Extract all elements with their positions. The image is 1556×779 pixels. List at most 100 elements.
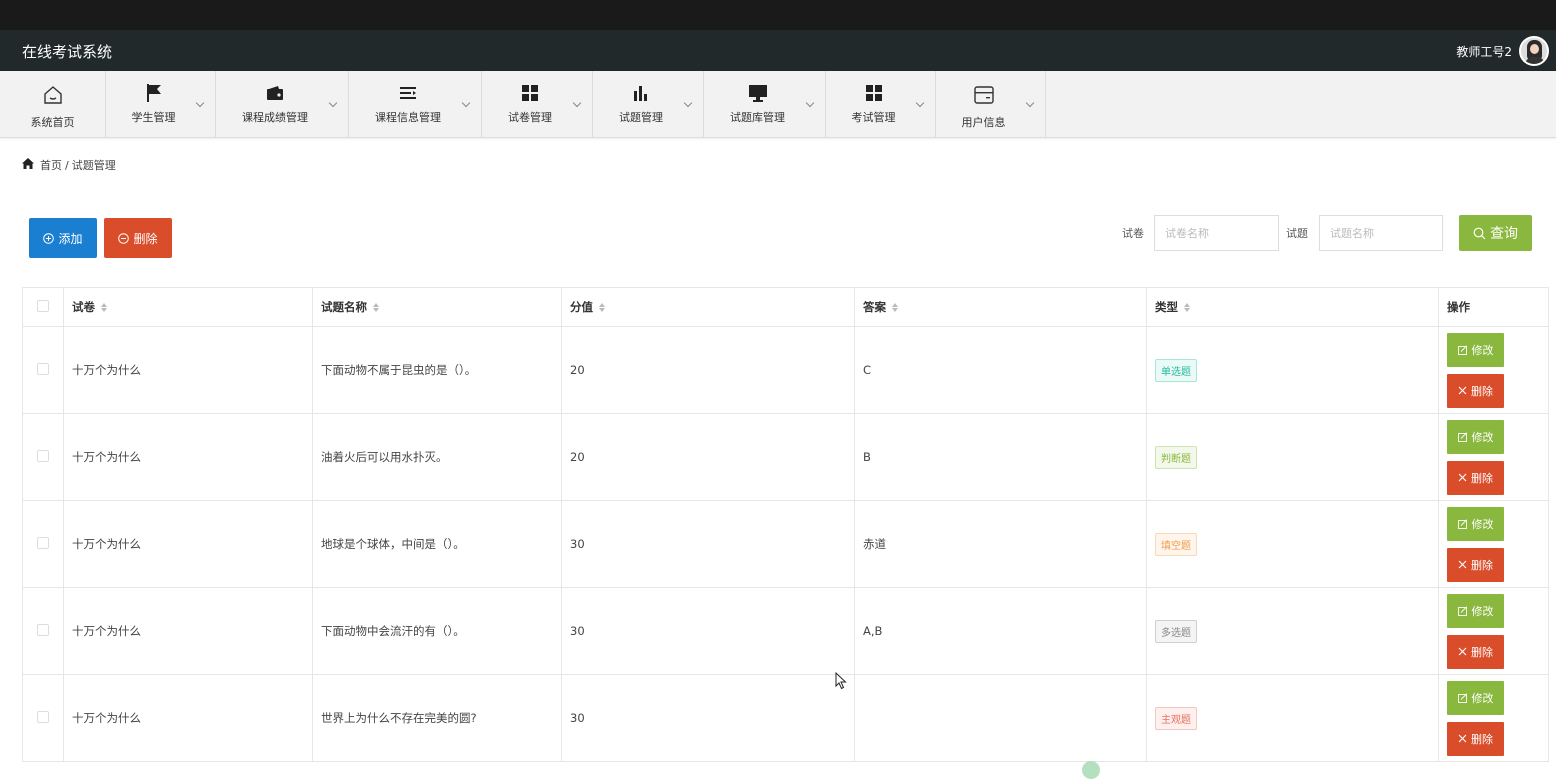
delete-button-label: 删除	[1471, 558, 1493, 572]
avatar[interactable]	[1519, 36, 1549, 66]
nav-item-papers[interactable]: 试卷管理	[482, 71, 593, 137]
close-icon	[1458, 386, 1467, 395]
cell-actions: 修改 删除	[1438, 587, 1549, 675]
breadcrumb: 首页 / 试题管理	[22, 157, 116, 173]
minus-circle-icon	[118, 232, 130, 244]
nav-item-label: 课程成绩管理	[242, 111, 308, 124]
row-checkbox[interactable]	[37, 710, 49, 723]
column-header-score[interactable]: 分值	[561, 287, 855, 327]
user-name[interactable]: 教师工号2	[1456, 43, 1512, 60]
cell-paper: 十万个为什么	[63, 413, 313, 501]
breadcrumb-home[interactable]: 首页	[40, 157, 62, 173]
select-all-checkbox[interactable]	[37, 299, 49, 312]
type-badge: 单选题	[1155, 358, 1197, 382]
cell-score: 20	[561, 413, 855, 501]
nav-item-label: 试卷管理	[508, 111, 552, 124]
row-delete-button[interactable]: 删除	[1447, 721, 1504, 756]
nav-item-students[interactable]: 学生管理	[106, 71, 216, 137]
row-delete-button[interactable]: 删除	[1447, 373, 1504, 408]
nav-item-label: 用户信息	[961, 116, 1006, 129]
nav-item-exams[interactable]: 考试管理	[826, 71, 936, 137]
cell-answer: 赤道	[854, 500, 1147, 588]
nav-item-label: 试题库管理	[730, 111, 785, 124]
nav-item-question-bank[interactable]: 试题库管理	[704, 71, 826, 137]
edit-icon	[1457, 518, 1467, 529]
cell-paper: 十万个为什么	[63, 500, 313, 588]
column-header-question[interactable]: 试题名称	[312, 287, 562, 327]
search-button[interactable]: 查询	[1459, 215, 1532, 251]
search-button-label: 查询	[1490, 226, 1518, 242]
cell-answer: C	[854, 326, 1147, 414]
cell-question: 油着火后可以用水扑灭。	[312, 413, 562, 501]
edit-icon	[1457, 605, 1467, 616]
cell-answer: A,B	[854, 587, 1147, 675]
edit-button-label: 修改	[1471, 517, 1494, 531]
nav-item-questions[interactable]: 试题管理	[593, 71, 704, 137]
table-header-row: 试卷 试题名称 分值 答案 类型 操作	[22, 287, 1549, 327]
edit-button[interactable]: 修改	[1447, 506, 1504, 541]
breadcrumb-current: 试题管理	[71, 159, 116, 172]
cell-type: 主观题	[1146, 674, 1439, 762]
delete-button-label: 删除	[1471, 645, 1493, 659]
nav-item-label: 课程信息管理	[375, 111, 441, 124]
question-filter-label: 试题	[1286, 227, 1308, 240]
paper-name-input[interactable]	[1154, 215, 1279, 251]
edit-button[interactable]: 修改	[1447, 680, 1504, 715]
cell-question: 下面动物不属于昆虫的是（）。	[312, 326, 562, 414]
row-checkbox[interactable]	[37, 536, 49, 549]
cell-type: 判断题	[1146, 413, 1439, 501]
edit-icon	[1457, 344, 1467, 355]
edit-button-label: 修改	[1471, 343, 1494, 357]
nav-item-course-scores[interactable]: 课程成绩管理	[216, 71, 349, 137]
edit-button[interactable]: 修改	[1447, 593, 1504, 628]
main-nav: 系统首页 学生管理 课程成绩管理 课程信息管理 试卷管理 试题管理 试题库管理 …	[0, 71, 1556, 138]
wallet-icon	[216, 82, 348, 104]
column-header-paper[interactable]: 试卷	[63, 287, 313, 327]
nav-item-label: 学生管理	[131, 111, 176, 124]
cell-actions: 修改 删除	[1438, 326, 1549, 414]
table-row: 十万个为什么 下面动物中会流汗的有（）。 30 A,B 多选题 修改 删除	[22, 587, 1549, 675]
table-row: 十万个为什么 地球是个球体，中间是（）。 30 赤道 填空题 修改 删除	[22, 500, 1549, 588]
nav-item-home[interactable]: 系统首页	[0, 71, 106, 137]
row-checkbox[interactable]	[37, 362, 49, 375]
question-name-input[interactable]	[1319, 215, 1443, 251]
delete-button-label: 删除	[1471, 384, 1493, 398]
column-header-type[interactable]: 类型	[1146, 287, 1439, 327]
type-badge: 判断题	[1155, 445, 1197, 469]
app-header: 在线考试系统 教师工号2	[0, 30, 1556, 71]
nav-item-user-info[interactable]: 用户信息	[936, 71, 1046, 137]
row-delete-button[interactable]: 删除	[1447, 547, 1504, 582]
row-checkbox[interactable]	[37, 623, 49, 636]
paper-filter-label: 试卷	[1122, 227, 1144, 240]
row-checkbox[interactable]	[37, 449, 49, 462]
home-icon	[22, 158, 34, 172]
column-header-answer[interactable]: 答案	[854, 287, 1147, 327]
row-delete-button[interactable]: 删除	[1447, 460, 1504, 495]
edit-button[interactable]: 修改	[1447, 332, 1504, 367]
nav-item-course-info[interactable]: 课程信息管理	[349, 71, 482, 137]
mouse-cursor-icon	[835, 672, 847, 690]
breadcrumb-separator: /	[65, 158, 69, 172]
cell-question: 世界上为什么不存在完美的圆?	[312, 674, 562, 762]
nav-item-label: 系统首页	[30, 116, 75, 129]
delete-button-label: 删除	[1471, 471, 1493, 485]
delete-button-label: 删除	[133, 231, 158, 246]
table-row: 十万个为什么 油着火后可以用水扑灭。 20 B 判断题 修改 删除	[22, 413, 1549, 501]
list-icon	[349, 82, 481, 104]
cell-question: 下面动物中会流汗的有（）。	[312, 587, 562, 675]
type-badge: 填空题	[1155, 532, 1197, 556]
delete-button[interactable]: 删除	[104, 218, 172, 258]
close-icon	[1458, 734, 1467, 743]
edit-button[interactable]: 修改	[1447, 419, 1504, 454]
cell-type: 单选题	[1146, 326, 1439, 414]
floating-widget[interactable]	[1082, 761, 1100, 779]
sort-icon	[373, 303, 379, 312]
home-icon	[0, 84, 105, 106]
add-button[interactable]: 添加	[29, 218, 97, 258]
table-row: 十万个为什么 世界上为什么不存在完美的圆? 30 主观题 修改 删除	[22, 674, 1549, 762]
cell-type: 多选题	[1146, 587, 1439, 675]
edit-button-label: 修改	[1471, 691, 1494, 705]
delete-button-label: 删除	[1471, 732, 1493, 746]
sort-icon	[599, 303, 605, 312]
row-delete-button[interactable]: 删除	[1447, 634, 1504, 669]
